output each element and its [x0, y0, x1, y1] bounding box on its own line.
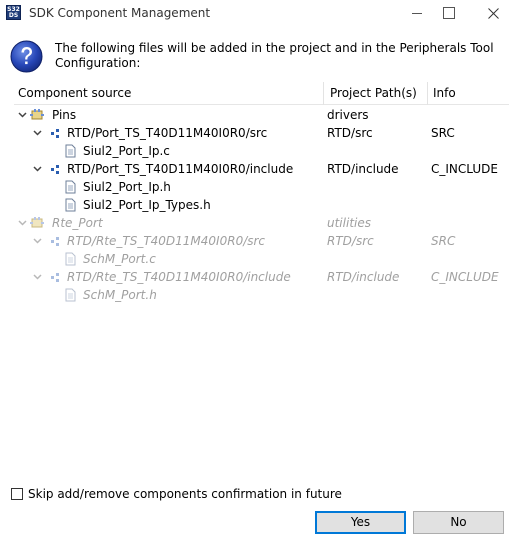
tree-row-info: SRC — [431, 126, 455, 140]
tree-row-folder-src[interactable]: RTD/Port_TS_T40D11M40I0R0/src RTD/src SR… — [14, 124, 509, 142]
tree-row-label: Siul2_Port_Ip.c — [83, 144, 170, 158]
tree-row-folder-src[interactable]: RTD/Rte_TS_T40D11M40I0R0/src RTD/src SRC — [14, 232, 509, 250]
tree-row-label: SchM_Port.c — [83, 252, 156, 266]
tree-row-label: Rte_Port — [52, 216, 103, 230]
yes-button[interactable]: Yes — [315, 511, 406, 534]
column-header-info[interactable]: Info — [433, 86, 456, 100]
tree-row-info: C_INCLUDE — [431, 270, 499, 284]
chevron-down-icon[interactable] — [33, 164, 42, 173]
s32ds-app-icon: S32 DS — [6, 5, 21, 20]
tree-row-folder-include[interactable]: RTD/Rte_TS_T40D11M40I0R0/include RTD/inc… — [14, 268, 509, 286]
file-icon — [65, 252, 76, 266]
tree-row-label: RTD/Rte_TS_T40D11M40I0R0/src — [67, 234, 266, 248]
tree-row-file[interactable]: Siul2_Port_Ip_Types.h — [14, 196, 509, 214]
tree-row-path: RTD/src — [327, 234, 374, 248]
question-icon — [10, 40, 43, 73]
tree-row-path: RTD/include — [327, 162, 399, 176]
tree-row-label: RTD/Port_TS_T40D11M40I0R0/src — [67, 126, 268, 140]
column-header-project-paths[interactable]: Project Path(s) — [330, 86, 417, 100]
column-divider[interactable] — [427, 82, 428, 105]
source-folder-icon — [51, 273, 59, 282]
file-icon — [65, 180, 76, 194]
chevron-down-icon[interactable] — [18, 218, 27, 227]
tree-row-path: utilities — [327, 216, 371, 230]
title-bar: S32 DS SDK Component Management — [0, 0, 516, 27]
skip-confirmation-checkbox[interactable] — [11, 488, 23, 500]
close-icon — [488, 8, 499, 19]
tree-row-label: RTD/Rte_TS_T40D11M40I0R0/include — [67, 270, 291, 284]
tree-row-file[interactable]: Siul2_Port_Ip.c — [14, 142, 509, 160]
tree-row-path: RTD/src — [327, 126, 373, 140]
tree-row-path: drivers — [327, 108, 369, 122]
window-title: SDK Component Management — [29, 6, 211, 20]
chevron-down-icon[interactable] — [33, 236, 42, 245]
tree-row-pins[interactable]: Pins drivers — [14, 106, 509, 124]
file-icon — [65, 144, 76, 158]
file-icon — [65, 198, 76, 212]
tree-row-label: Pins — [52, 108, 77, 122]
tree-row-label: Siul2_Port_Ip_Types.h — [83, 198, 211, 212]
component-tree-table[interactable]: Component source Project Path(s) Info Pi… — [13, 81, 509, 478]
app-icon-text-bottom: DS — [8, 12, 19, 19]
chevron-down-icon[interactable] — [33, 128, 42, 137]
tree-row-info: SRC — [431, 234, 456, 248]
tree-row-label: SchM_Port.h — [83, 288, 157, 302]
table-header: Component source Project Path(s) Info — [14, 82, 509, 105]
file-icon — [65, 288, 76, 302]
tree-row-file[interactable]: SchM_Port.h — [14, 286, 509, 304]
tree-row-info: C_INCLUDE — [431, 162, 498, 176]
source-folder-icon — [51, 237, 59, 246]
maximize-button[interactable] — [431, 0, 473, 27]
tree-row-folder-include[interactable]: RTD/Port_TS_T40D11M40I0R0/include RTD/in… — [14, 160, 509, 178]
no-button[interactable]: No — [413, 511, 504, 534]
source-folder-icon — [51, 129, 59, 138]
tree-row-file[interactable]: Siul2_Port_Ip.h — [14, 178, 509, 196]
source-folder-icon — [51, 165, 59, 174]
tree-row-path: RTD/include — [327, 270, 400, 284]
tree-row-label: RTD/Port_TS_T40D11M40I0R0/include — [67, 162, 294, 176]
tree-row-file[interactable]: SchM_Port.c — [14, 250, 509, 268]
column-header-component-source[interactable]: Component source — [18, 86, 131, 100]
chevron-down-icon[interactable] — [18, 110, 27, 119]
tree-row-label: Siul2_Port_Ip.h — [83, 180, 171, 194]
rte-component-icon — [30, 217, 44, 228]
chevron-down-icon[interactable] — [33, 272, 42, 281]
tree-row-rte-port[interactable]: Rte_Port utilities — [14, 214, 509, 232]
close-button[interactable] — [472, 0, 514, 27]
pins-component-icon — [30, 109, 44, 120]
skip-confirmation-label[interactable]: Skip add/remove components confirmation … — [28, 487, 342, 501]
column-divider[interactable] — [323, 82, 324, 105]
confirmation-message: The following files will be added in the… — [55, 41, 494, 70]
